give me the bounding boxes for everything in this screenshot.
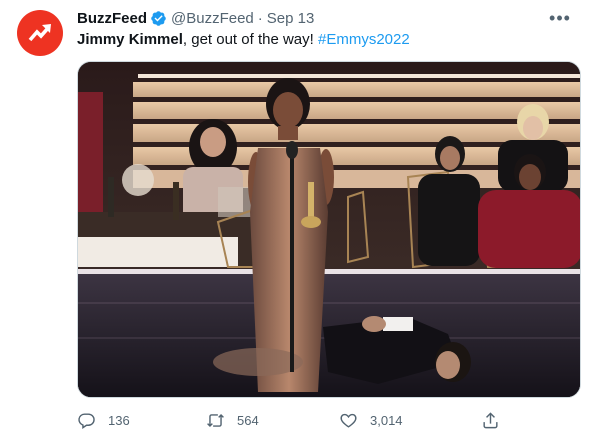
- hashtag-link[interactable]: #Emmys2022: [318, 31, 410, 48]
- avatar[interactable]: [17, 10, 63, 56]
- share-button[interactable]: [481, 408, 512, 432]
- reply-count: 136: [108, 412, 130, 428]
- tweet-body-text: , get out of the way!: [182, 31, 318, 48]
- retweet-count: 564: [237, 412, 259, 428]
- reply-icon: [78, 412, 95, 429]
- reply-button[interactable]: 136: [77, 408, 130, 432]
- tweet-header: BuzzFeed @BuzzFeed · Sep 13: [77, 8, 314, 28]
- tweet-actions: 136 564 3,014: [77, 408, 577, 432]
- heart-icon: [340, 413, 357, 428]
- author-name[interactable]: BuzzFeed: [77, 10, 147, 27]
- more-options-icon[interactable]: •••: [549, 8, 571, 28]
- retweet-button[interactable]: 564: [206, 408, 259, 432]
- tweet-bold-text: Jimmy Kimmel: [77, 31, 183, 48]
- buzzfeed-trending-arrow-icon: [28, 24, 51, 42]
- like-button[interactable]: 3,014: [339, 408, 403, 432]
- retweet-icon: [207, 413, 224, 427]
- tweet-photo[interactable]: [77, 61, 581, 398]
- tweet-text: Jimmy Kimmel, get out of the way! #Emmys…: [77, 30, 410, 50]
- tweet[interactable]: BuzzFeed @BuzzFeed · Sep 13 ••• Jimmy Ki…: [0, 0, 589, 438]
- emmys-stage-photo: [78, 62, 580, 397]
- header-separator: ·: [257, 9, 263, 27]
- like-count: 3,014: [370, 412, 403, 428]
- verified-badge-icon: [151, 10, 166, 26]
- tweet-date[interactable]: Sep 13: [267, 10, 315, 27]
- author-handle[interactable]: @BuzzFeed: [171, 10, 254, 27]
- share-icon: [483, 411, 498, 428]
